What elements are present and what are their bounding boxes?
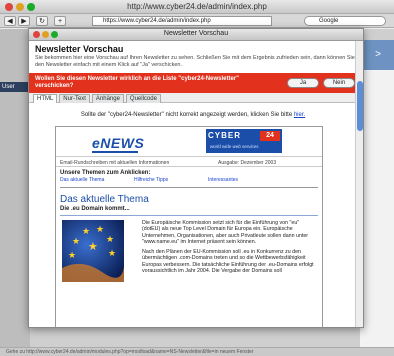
newsletter-header: eNEWS CYBER 24 world wide web services [56,127,322,157]
svg-text:★: ★ [68,251,76,261]
topics-heading: Unsere Themen zum Anklicken: [60,170,151,176]
section-subtitle: Die .eu Domain kommt... [60,206,130,212]
add-bookmark-icon[interactable]: + [54,16,66,26]
topics-block: Unsere Themen zum Anklicken: Das aktuell… [56,167,322,187]
browser-toolbar: ◀ ▶ ↻ + https://www.cyber24.de/admin/ind… [0,14,394,28]
display-warning: Sollte der "cyber24-Newsletter" nicht ko… [29,112,357,118]
svg-text:★: ★ [88,240,98,253]
forward-icon[interactable]: ▶ [18,16,30,26]
svg-text:★: ★ [72,237,80,247]
no-button[interactable]: Nein [323,78,355,88]
svg-text:★: ★ [82,227,90,237]
yes-button[interactable]: Ja [287,78,319,88]
section-title: Das aktuelle Thema [60,194,149,205]
scrollbar-thumb[interactable] [357,81,363,131]
brand-number: 24 [260,131,280,141]
browser-title: http://www.cyber24.de/admin/index.php [127,2,267,11]
eu-stars-image: ★ ★ ★ ★ ★ ★ ★ [62,220,124,282]
warning-text: Sollte der "cyber24-Newsletter" nicht ko… [80,112,293,118]
newsletter-meta: Email-Rundschreiben mit aktuellen Inform… [56,157,322,167]
background-tab[interactable]: User [0,82,30,92]
background-left-nav [0,29,30,347]
view-tabs: HTML Nur-Text Anhänge Quellcode [29,93,363,103]
newsletter-preview-window: Newsletter Vorschau Newsletter Vorschau … [28,28,364,328]
confirm-question: Wollen Sie diesen Newsletter wirklich an… [35,76,239,89]
logo-underline [92,151,138,153]
address-bar[interactable]: https://www.cyber24.de/admin/index.php [92,16,272,26]
reload-icon[interactable]: ↻ [36,16,48,26]
section-header: Das aktuelle Thema Die .eu Domain kommt.… [56,188,322,212]
preview-content: Sollte der "cyber24-Newsletter" nicht ko… [29,104,357,327]
brand-tagline: world wide web services [210,144,259,149]
svg-text:★: ★ [108,249,116,259]
popup-title: Newsletter Vorschau [163,30,229,37]
svg-text:★: ★ [106,235,114,245]
browser-titlebar: http://www.cyber24.de/admin/index.php [0,0,394,14]
search-input[interactable]: Google [304,16,386,26]
newsletter-body: eNEWS CYBER 24 world wide web services E… [55,126,323,327]
topic-link-interessantes[interactable]: Interessantes [208,177,238,183]
warning-link[interactable]: hier. [294,112,305,118]
article-text: Die Europäische Kommission setzt sich fü… [142,220,318,278]
article-paragraph: Die Europäische Kommission setzt sich fü… [142,220,309,245]
confirm-bar: Wollen Sie diesen Newsletter wirklich an… [29,73,363,93]
cyber24-logo: CYBER 24 world wide web services [206,129,282,153]
tab-nur-text[interactable]: Nur-Text [59,94,90,103]
intro-text: Sie bekommen hier eine Vorschau auf Ihre… [35,55,355,68]
popup-scrollbar[interactable] [355,41,363,327]
popup-header: Newsletter Vorschau Sie bekommen hier ei… [29,41,363,73]
popup-titlebar: Newsletter Vorschau [29,29,363,41]
meta-description: Email-Rundschreiben mit aktuellen Inform… [60,160,170,166]
background-content [360,70,394,347]
issue-date: Ausgabe: Dezember 2003 [218,160,277,166]
tab-html[interactable]: HTML [33,94,58,103]
enews-logo: eNEWS [92,135,145,151]
tab-quellcode[interactable]: Quellcode [125,94,161,103]
topic-links: Das aktuelle Thema Hilfreiche Tipps Inte… [60,177,318,184]
background-header-strip: > [362,40,394,70]
topic-link-aktuelles[interactable]: Das aktuelle Thema [60,177,104,183]
topic-link-tipps[interactable]: Hilfreiche Tipps [134,177,168,183]
page-title: Newsletter Vorschau [35,44,124,54]
article: ★ ★ ★ ★ ★ ★ ★ Die Europäische Kommission… [56,216,322,326]
back-icon[interactable]: ◀ [4,16,16,26]
status-bar: Gehe zu http://www.cyber24.de/admin/modu… [0,347,394,356]
svg-text:★: ★ [96,225,104,235]
tab-anhaenge[interactable]: Anhänge [91,94,124,103]
article-paragraph: Nach den Plänen der EU-Kommission soll .… [142,249,314,275]
brand-name: CYBER [208,131,242,140]
